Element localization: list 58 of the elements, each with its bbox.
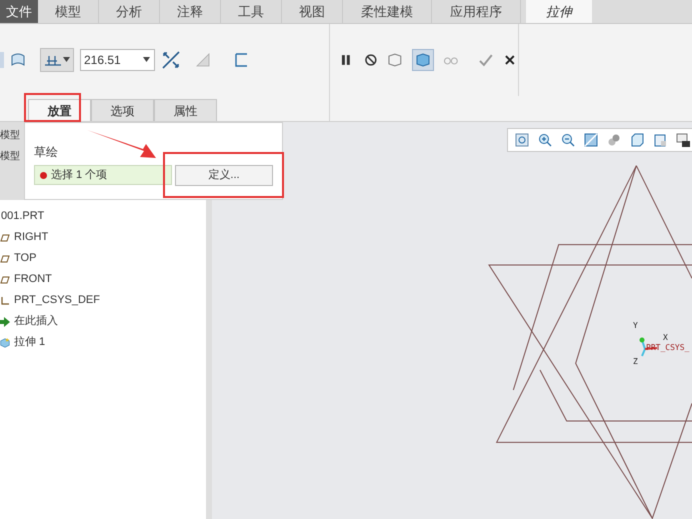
define-button[interactable]: 定义... xyxy=(175,165,273,186)
status-dot-icon xyxy=(40,172,47,178)
dashboard-tab[interactable]: 属性 xyxy=(154,99,217,121)
dashboard-tab[interactable]: 选项 xyxy=(91,99,154,121)
depth-value: 216.51 xyxy=(83,52,122,69)
tree-item[interactable]: FRONT xyxy=(14,271,52,288)
spheres-icon[interactable] xyxy=(606,132,622,148)
insert-arrow-icon xyxy=(0,316,10,326)
tree-item[interactable]: 拉伸 1 xyxy=(14,334,46,351)
axis-label: Y xyxy=(633,320,638,332)
ribbon-tab[interactable]: 柔性建模 xyxy=(343,0,432,23)
ribbon-tab[interactable]: 分析 xyxy=(99,0,160,23)
ribbon-tab[interactable]: 拉伸 xyxy=(526,0,592,23)
axis-label: Z xyxy=(633,356,638,368)
thicken-icon[interactable] xyxy=(233,52,249,68)
datum-plane-icon xyxy=(0,254,10,262)
highlight-frame xyxy=(24,93,81,122)
tree-item[interactable]: RIGHT xyxy=(14,229,48,246)
section-label: 草绘 xyxy=(34,144,58,161)
caret-icon xyxy=(143,57,150,62)
surface-icon[interactable] xyxy=(10,52,26,68)
datum-plane-icon xyxy=(0,234,10,242)
check-icon[interactable] xyxy=(478,52,494,68)
depth-value-field[interactable]: 216.51 xyxy=(80,48,155,71)
camera-icon[interactable] xyxy=(675,132,691,148)
zoom-out-icon[interactable] xyxy=(560,132,576,148)
ribbon-tab[interactable]: 工具 xyxy=(221,0,282,23)
ribbon-tab[interactable]: 应用程序 xyxy=(432,0,521,23)
zoom-fit-icon[interactable] xyxy=(514,132,530,148)
repaint-icon[interactable] xyxy=(583,132,599,148)
depth-option-dropdown[interactable] xyxy=(40,48,74,72)
tree-item[interactable]: 在此插入 xyxy=(14,313,58,330)
coordinate-system-icon xyxy=(0,296,10,306)
csys-label: PRT_CSYS_ xyxy=(646,342,690,354)
datum-plane-icon xyxy=(0,276,10,284)
collector-text: 选择 1 个项 xyxy=(51,168,108,183)
zoom-in-icon[interactable] xyxy=(537,132,553,148)
flip-direction-icon[interactable] xyxy=(161,50,181,70)
tree-item[interactable]: PRT_CSYS_DEF xyxy=(14,292,100,309)
ribbon-tab[interactable]: 注释 xyxy=(160,0,221,23)
ribbon-tab[interactable]: 文件 xyxy=(0,0,38,23)
ribbon-tab[interactable]: 视图 xyxy=(282,0,343,23)
ribbon-tab[interactable]: 模型 xyxy=(38,0,99,23)
extrude-feature-icon xyxy=(0,336,10,350)
sketch-collector-field[interactable]: 选择 1 个项 xyxy=(34,165,172,185)
cube-icon[interactable] xyxy=(629,132,645,148)
model-tree-tab[interactable]: 模型 xyxy=(0,128,22,143)
display-style-icon[interactable] xyxy=(652,132,668,148)
model-tree-tab[interactable]: 模型 xyxy=(0,149,22,164)
dashboard-tab[interactable]: 放置 xyxy=(28,99,91,121)
caret-icon xyxy=(63,57,70,62)
axis-label: X xyxy=(663,332,668,344)
preview-icon[interactable] xyxy=(387,52,404,68)
no-symbol-icon[interactable] xyxy=(362,52,378,68)
preview-toggle[interactable] xyxy=(412,49,434,71)
solid-preview-icon xyxy=(414,52,431,68)
tree-item[interactable]: TOP xyxy=(14,250,36,267)
tree-root-item[interactable]: 001.PRT xyxy=(0,208,206,225)
